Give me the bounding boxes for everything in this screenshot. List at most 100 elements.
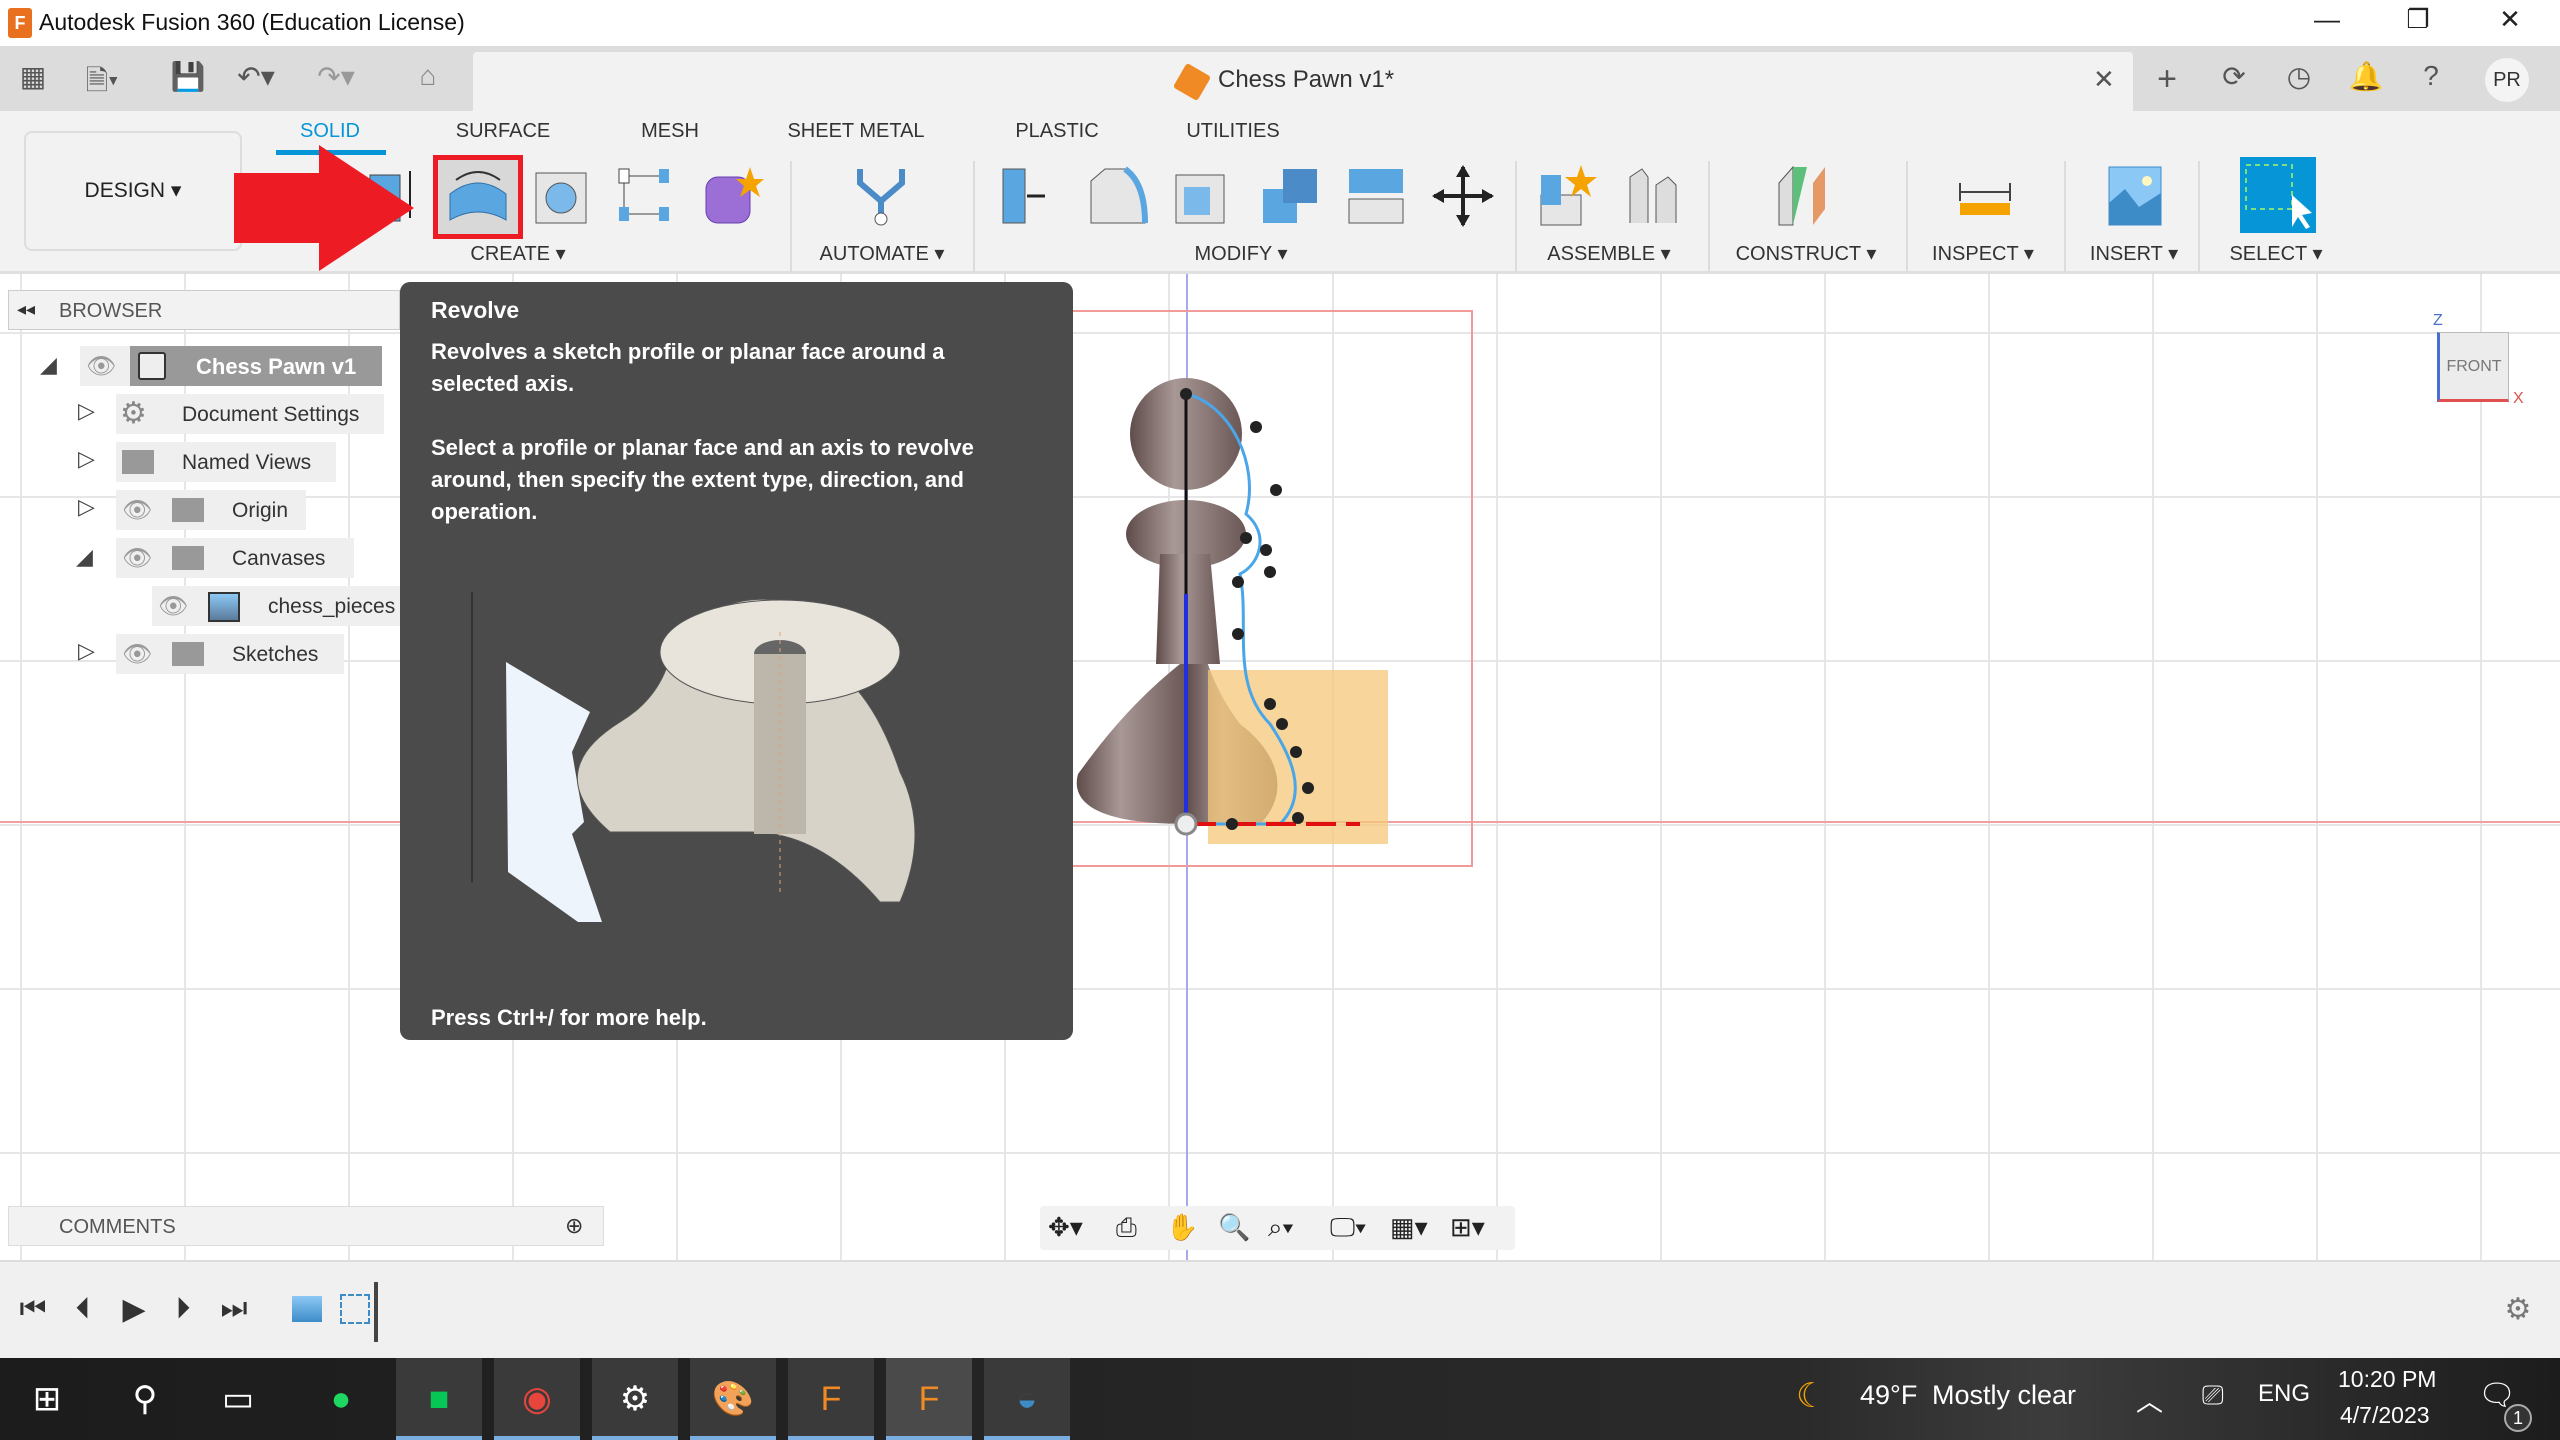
comments-panel[interactable]: COMMENTS ⊕ xyxy=(8,1206,604,1246)
close-window-button[interactable]: ✕ xyxy=(2485,4,2535,35)
select-icon[interactable] xyxy=(2240,157,2316,233)
tab-mesh[interactable]: MESH xyxy=(641,120,699,143)
split-body-icon[interactable] xyxy=(1343,163,1409,229)
minimize-button[interactable]: — xyxy=(2302,4,2352,35)
document-tab[interactable]: Chess Pawn v1* ✕ xyxy=(473,52,2133,111)
construct-plane-icon[interactable] xyxy=(1773,163,1839,229)
zoom-icon[interactable]: 🔍 xyxy=(1218,1212,1250,1243)
start-windows-icon[interactable]: ⊞ xyxy=(4,1358,90,1440)
inspect-group-label[interactable]: INSPECT ▾ xyxy=(1932,241,2034,266)
combine-icon[interactable] xyxy=(1257,163,1323,229)
user-avatar[interactable]: PR xyxy=(2485,58,2529,102)
tree-item-named-views[interactable]: Named Views xyxy=(116,442,336,482)
pattern-icon[interactable] xyxy=(613,163,679,229)
go-to-end-icon[interactable]: ⏭ xyxy=(214,1292,254,1326)
timeline-sketch-feature-icon[interactable] xyxy=(340,1294,370,1324)
input-language[interactable]: ENG xyxy=(2258,1380,2310,1408)
weather-moon-icon[interactable]: ☾ xyxy=(1796,1376,1826,1416)
revolve-icon[interactable] xyxy=(433,155,523,239)
tab-surface[interactable]: SURFACE xyxy=(456,120,550,143)
display-settings-icon[interactable]: 🖵▾ xyxy=(1330,1212,1366,1244)
expand-toggle[interactable]: ▷ xyxy=(78,638,95,664)
workspace-switcher[interactable]: DESIGN ▾ xyxy=(24,131,242,251)
tree-item-sketches[interactable]: 👁 Sketches xyxy=(116,634,344,674)
browser-header[interactable]: ◂◂ BROWSER xyxy=(8,290,400,330)
tab-plastic[interactable]: PLASTIC xyxy=(1015,120,1098,143)
tab-solid[interactable]: SOLID xyxy=(300,120,360,143)
step-back-icon[interactable]: ⏴ xyxy=(63,1292,103,1326)
meet-now-icon[interactable]: ⎚ xyxy=(2202,1380,2224,1412)
eye-icon[interactable]: 👁 xyxy=(158,592,188,621)
tree-item-chess-pieces-canvas[interactable]: 👁 chess_pieces xyxy=(152,586,400,626)
clock-date[interactable]: 4/7/2023 xyxy=(2340,1402,2430,1429)
expand-toggle[interactable]: ▷ xyxy=(78,398,95,424)
hole-icon[interactable] xyxy=(528,163,594,229)
paint-icon[interactable]: 🎨 xyxy=(690,1358,776,1440)
tree-item-origin[interactable]: 👁 Origin xyxy=(116,490,306,530)
home-icon[interactable]: ⌂ xyxy=(408,60,448,92)
clock-time[interactable]: 10:20 PM xyxy=(2338,1366,2436,1393)
viewcube-front-face[interactable]: FRONT xyxy=(2437,332,2509,402)
look-at-icon[interactable]: ⎙ xyxy=(1116,1212,1137,1244)
expand-toggle[interactable]: ▷ xyxy=(78,446,95,472)
pan-icon[interactable]: ✋ xyxy=(1166,1212,1198,1243)
insert-group-label[interactable]: INSERT ▾ xyxy=(2090,241,2178,266)
settings-gear-icon[interactable]: ⚙ xyxy=(592,1358,678,1440)
automate-group-label[interactable]: AUTOMATE ▾ xyxy=(820,241,945,266)
assemble-group-label[interactable]: ASSEMBLE ▾ xyxy=(1547,241,1670,266)
file-menu-icon[interactable]: 🗎▾ xyxy=(82,60,122,108)
weather-description[interactable]: Mostly clear xyxy=(1932,1380,2076,1411)
collapse-browser-icon[interactable]: ◂◂ xyxy=(17,299,35,320)
tree-item-document-settings[interactable]: ⚙ Document Settings xyxy=(116,394,384,434)
eye-icon[interactable]: 👁 xyxy=(122,640,152,669)
viewports-icon[interactable]: ⊞▾ xyxy=(1450,1212,1485,1243)
tree-item-canvases[interactable]: 👁 Canvases xyxy=(116,538,354,578)
spotify-icon[interactable]: ● xyxy=(298,1358,384,1440)
timeline-canvas-feature-icon[interactable] xyxy=(292,1296,322,1322)
play-icon[interactable]: ▶ xyxy=(114,1292,154,1327)
notifications-bell-icon[interactable]: 🔔 xyxy=(2346,60,2386,93)
job-status-icon[interactable]: ⟳ xyxy=(2214,60,2254,93)
line-app-icon[interactable]: ■ xyxy=(396,1358,482,1440)
tab-utilities[interactable]: UTILITIES xyxy=(1186,120,1279,143)
tree-item-root[interactable]: 👁 Chess Pawn v1 xyxy=(80,346,382,386)
autodesk-app-icon[interactable]: ◒ xyxy=(984,1358,1070,1440)
fusion-360-active-icon[interactable]: F xyxy=(886,1358,972,1440)
modify-group-label[interactable]: MODIFY ▾ xyxy=(1194,241,1287,266)
data-panel-grid-icon[interactable]: ▦ xyxy=(13,60,53,93)
add-comment-icon[interactable]: ⊕ xyxy=(565,1213,583,1239)
show-hidden-icons-chevron-icon[interactable]: ︿ xyxy=(2136,1380,2163,1419)
step-forward-icon[interactable]: ⏵ xyxy=(163,1292,203,1326)
select-group-label[interactable]: SELECT ▾ xyxy=(2229,241,2322,266)
press-pull-icon[interactable] xyxy=(997,163,1063,229)
search-icon[interactable]: ⚲ xyxy=(102,1358,188,1440)
fillet-icon[interactable] xyxy=(1085,163,1151,229)
restore-button[interactable]: ❐ xyxy=(2393,4,2443,35)
eye-icon[interactable]: 👁 xyxy=(122,496,152,525)
tab-sheet-metal[interactable]: SHEET METAL xyxy=(787,120,924,143)
timeline-marker[interactable] xyxy=(374,1282,378,1342)
eye-icon[interactable]: 👁 xyxy=(86,352,116,381)
task-view-icon[interactable]: ▭ xyxy=(195,1358,281,1440)
help-icon[interactable]: ? xyxy=(2411,60,2451,92)
construct-group-label[interactable]: CONSTRUCT ▾ xyxy=(1736,241,1877,266)
new-tab-icon[interactable]: + xyxy=(2147,60,2187,99)
eye-icon[interactable]: 👁 xyxy=(122,544,152,573)
undo-icon[interactable]: ↶▾ xyxy=(236,60,276,93)
close-tab-icon[interactable]: ✕ xyxy=(2093,64,2115,95)
shell-icon[interactable] xyxy=(1170,163,1236,229)
automate-icon[interactable] xyxy=(848,163,914,229)
chrome-icon[interactable]: ◉ xyxy=(494,1358,580,1440)
save-icon[interactable]: 💾 xyxy=(168,60,208,93)
collapse-toggle[interactable]: ◢ xyxy=(40,352,57,378)
zoom-window-icon[interactable]: ⌕▾ xyxy=(1268,1212,1293,1244)
grid-settings-icon[interactable]: ▦▾ xyxy=(1390,1212,1428,1243)
history-clock-icon[interactable]: ◷ xyxy=(2279,60,2319,93)
go-to-start-icon[interactable]: ⏮ xyxy=(13,1292,53,1326)
weather-temperature[interactable]: 49°F xyxy=(1860,1380,1917,1411)
measure-icon[interactable] xyxy=(1952,163,2018,229)
insert-image-icon[interactable] xyxy=(2103,163,2169,229)
expand-toggle[interactable]: ▷ xyxy=(78,494,95,520)
viewcube[interactable]: Z FRONT X xyxy=(2433,312,2524,407)
viewport-canvas[interactable]: Z FRONT X ◂◂ BROWSER ◢ 👁 Chess Pawn v1 ▷… xyxy=(0,274,2560,1260)
